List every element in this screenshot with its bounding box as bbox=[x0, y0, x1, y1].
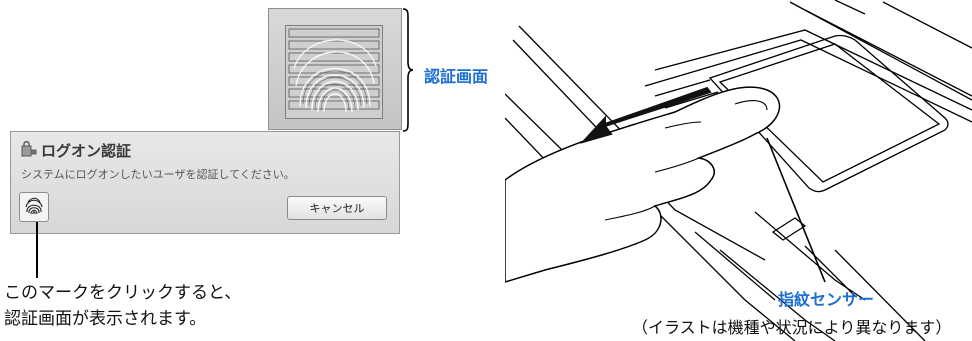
logon-icon bbox=[21, 140, 37, 161]
auth-screen-panel bbox=[268, 8, 402, 130]
cancel-button[interactable]: キャンセル bbox=[287, 196, 387, 220]
auth-screen-label: 認証画面 bbox=[424, 67, 489, 86]
caption-line-1: このマークをクリックすると、 bbox=[4, 283, 242, 303]
fingerprint-scan-image bbox=[285, 25, 383, 119]
fingerprint-icon bbox=[25, 197, 43, 215]
callout-line bbox=[36, 222, 38, 278]
illustration-note: （イラストは機種や状況により異なります） bbox=[632, 318, 952, 337]
dialog-title: ログオン認証 bbox=[41, 142, 132, 160]
logon-dialog: ログオン認証 システムにログオンしたいユーザを認証してください。 キャンセル bbox=[10, 131, 400, 234]
fingerprint-button[interactable] bbox=[19, 192, 49, 222]
caption-line-2: 認証画面が表示されます。 bbox=[4, 309, 207, 329]
sensor-label: 指紋センサー bbox=[778, 290, 875, 309]
fingerprint-sensor-illustration bbox=[505, 0, 972, 341]
bracket-icon bbox=[402, 8, 414, 132]
dialog-message: システムにログオンしたいユーザを認証してください。 bbox=[21, 168, 295, 181]
